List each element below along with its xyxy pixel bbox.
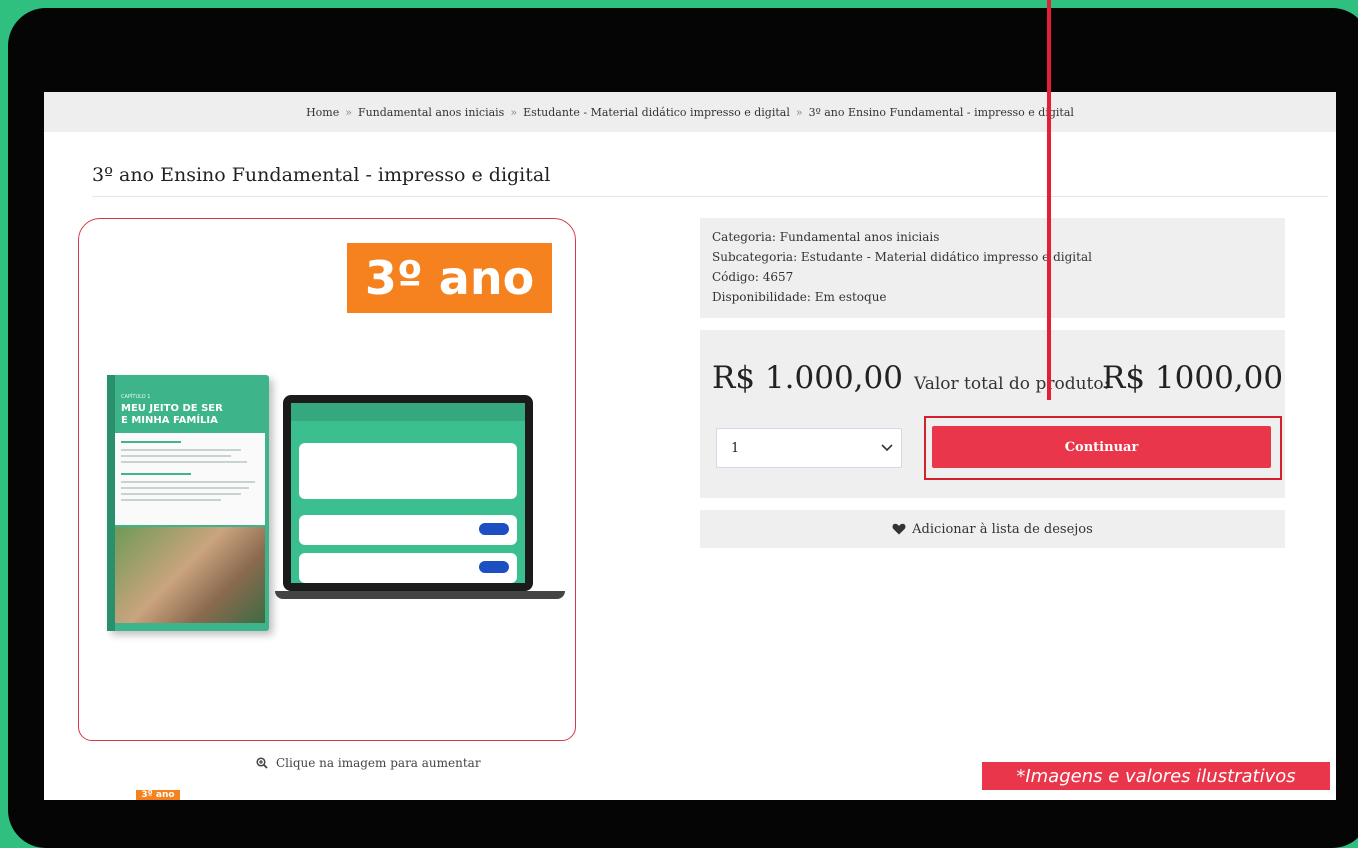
wishlist-label: Adicionar à lista de desejos [912,521,1093,537]
price-box: R$ 1.000,00 Valor total do produto: R$ 1… [700,330,1285,498]
app-card-button [479,523,509,535]
breadcrumb: Home » Fundamental anos iniciais » Estud… [44,92,1336,132]
app-card-button [479,561,509,573]
laptop-display [291,403,525,583]
book-text-line [121,449,241,451]
book-spine [107,375,115,631]
book-text-line [121,461,247,463]
illustrative-disclaimer: *Imagens e valores ilustrativos [982,762,1330,790]
quantity-select[interactable]: 1 [716,428,902,468]
grade-badge: 3º ano [347,243,552,313]
zoom-hint-label: Clique na imagem para aumentar [276,756,481,770]
app-card [299,443,517,499]
book-cover: CAPÍTULO 1 MEU JEITO DE SER E MINHA FAMÍ… [107,375,269,631]
app-topbar [291,403,525,421]
book-text-line [121,481,255,483]
book-title-line2: E MINHA FAMÍLIA [121,415,218,426]
product-thumbnail[interactable]: 3º ano [136,790,180,800]
breadcrumb-category[interactable]: Fundamental anos iniciais [358,106,504,119]
book-title: CAPÍTULO 1 MEU JEITO DE SER E MINHA FAMÍ… [121,391,223,427]
title-divider [92,196,1328,197]
page-title: 3º ano Ensino Fundamental - impresso e d… [92,164,551,186]
book-text-line [121,487,249,489]
chevron-down-icon [873,444,901,452]
laptop-illustration [283,395,533,591]
book-text-line [121,441,181,443]
pointer-line [1047,0,1051,400]
product-image[interactable]: 3º ano CAPÍTULO 1 MEU JEITO DE SER E MIN… [78,218,576,741]
zoom-hint[interactable]: Clique na imagem para aumentar [256,756,481,770]
book-chapter: CAPÍTULO 1 [121,394,151,400]
quantity-value: 1 [731,440,740,456]
heart-icon [892,523,906,535]
continue-button[interactable]: Continuar [932,426,1271,468]
book-text-line [121,499,221,501]
breadcrumb-home[interactable]: Home [306,106,339,119]
book-title-line1: MEU JEITO DE SER [121,403,223,414]
app-card [299,515,517,545]
browser-screen: Home » Fundamental anos iniciais » Estud… [44,92,1336,800]
info-disponibilidade: Disponibilidade: Em estoque [712,290,887,304]
book-page-content [115,433,265,525]
info-codigo: Código: 4657 [712,270,794,284]
breadcrumb-subcategory[interactable]: Estudante - Material didático impresso e… [523,106,790,119]
book-text-line [121,473,191,475]
wishlist-button[interactable]: Adicionar à lista de desejos [700,510,1285,548]
laptop-base [275,591,565,599]
info-subcategoria: Subcategoria: Estudante - Material didát… [712,250,1092,264]
app-card [299,553,517,583]
breadcrumb-current: 3º ano Ensino Fundamental - impresso e d… [808,105,1074,119]
info-categoria: Categoria: Fundamental anos iniciais [712,230,940,244]
zoom-in-icon [256,757,268,769]
breadcrumb-separator: » [510,105,518,119]
book-text-line [121,455,231,457]
total-value: R$ 1000,00 [1102,360,1284,396]
product-price: R$ 1.000,00 [712,360,903,396]
product-info: Categoria: Fundamental anos iniciais Sub… [700,218,1285,318]
total-label: Valor total do produto: [914,374,1110,394]
book-text-line [121,493,241,495]
breadcrumb-separator: » [345,105,352,119]
breadcrumb-separator: » [795,105,803,119]
family-photo [115,527,265,623]
